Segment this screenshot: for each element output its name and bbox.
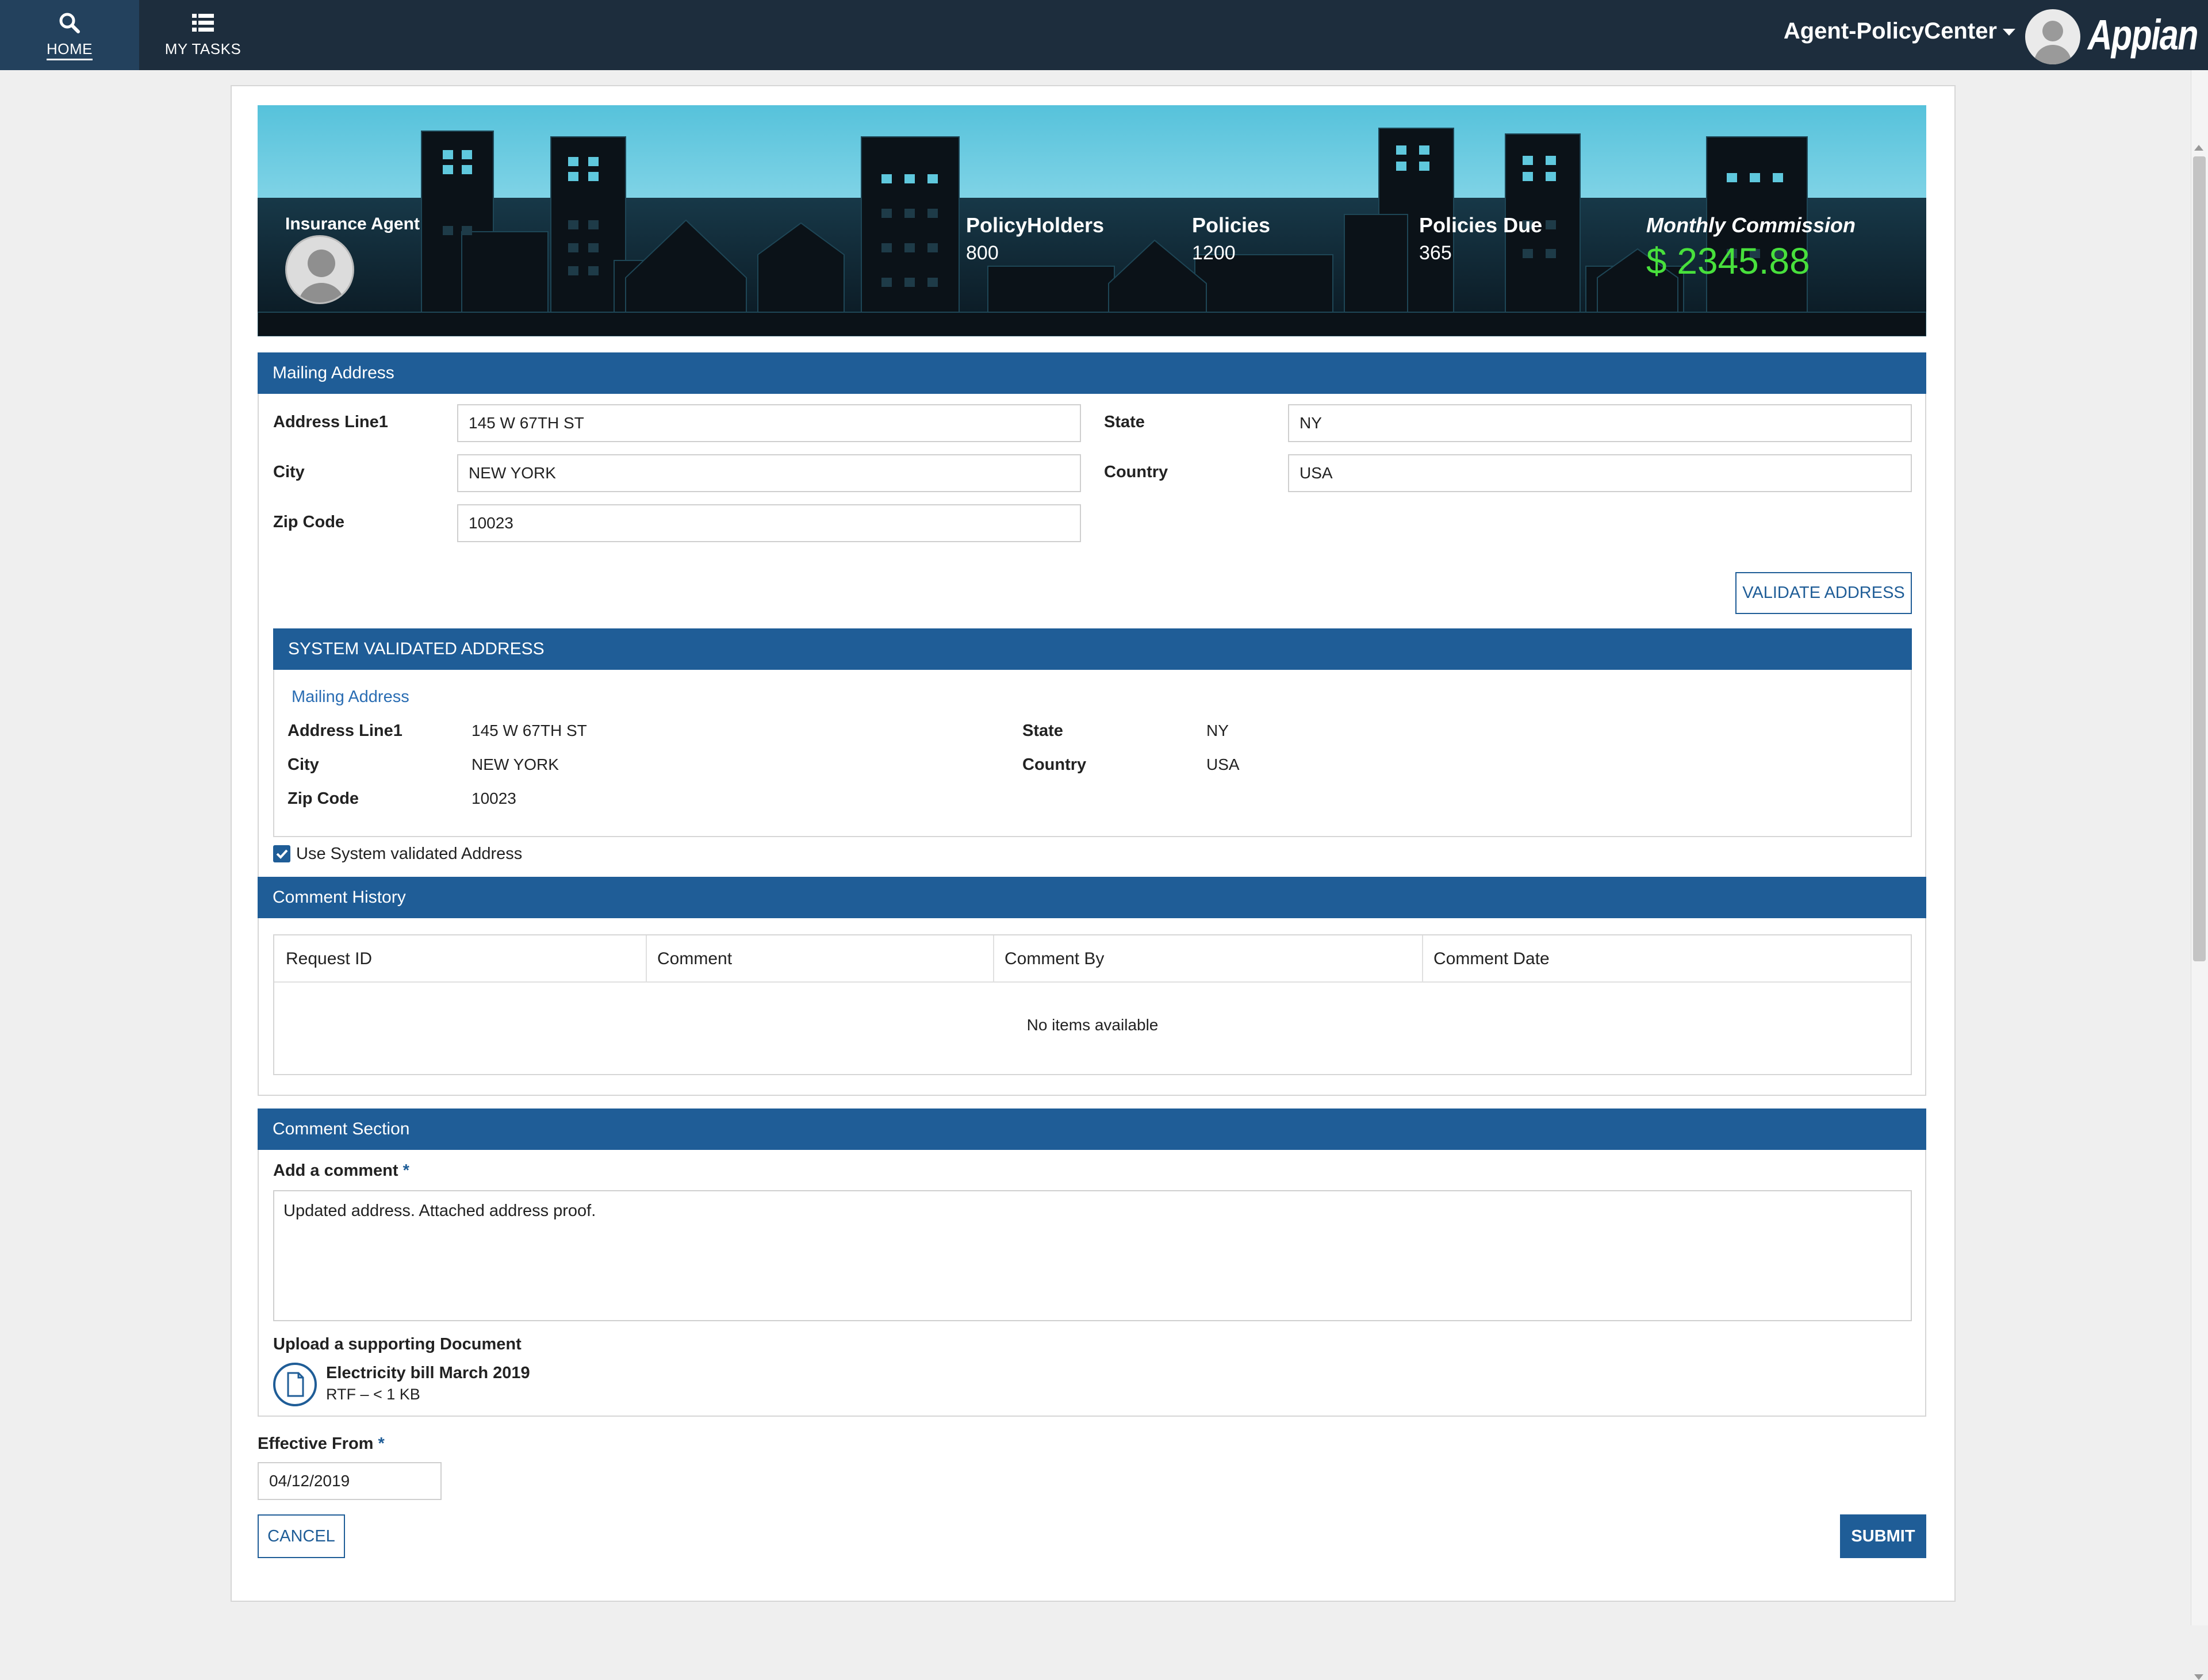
scroll-down-arrow-icon[interactable] [2194, 1674, 2203, 1680]
validated-country-value: USA [1206, 755, 1240, 773]
column-header-comment-by[interactable]: Comment By [1005, 935, 1104, 983]
required-marker: * [378, 1434, 385, 1453]
validated-country-label: Country [1022, 755, 1087, 774]
validated-state-label: State [1022, 722, 1063, 740]
scroll-up-arrow-icon[interactable] [2194, 145, 2203, 151]
zip-code-label: Zip Code [273, 513, 345, 531]
column-header-comment[interactable]: Comment [657, 935, 732, 983]
agent-banner: Insurance Agent PolicyHolders 800 Polici… [258, 105, 1926, 336]
add-comment-label-text: Add a comment [273, 1161, 398, 1180]
policies-stat: Policies 1200 [1192, 213, 1270, 264]
nav-home-tab[interactable]: HOME [0, 0, 139, 70]
validate-address-button[interactable]: VALIDATE ADDRESS [1735, 572, 1912, 614]
validated-address-line1-value: 145 W 67TH ST [471, 722, 587, 739]
uploaded-file-name[interactable]: Electricity bill March 2019 [326, 1364, 530, 1383]
effective-from-date-input[interactable]: 04/12/2019 [258, 1462, 442, 1500]
checkmark-icon [276, 849, 288, 859]
validated-zip-label: Zip Code [288, 789, 359, 808]
policies-due-value: 365 [1419, 242, 1452, 264]
user-avatar[interactable] [2025, 9, 2080, 64]
top-nav-bar: HOME MY TASKS Agent-PolicyCenter Appian [0, 0, 2208, 70]
upload-document-label: Upload a supporting Document [273, 1335, 522, 1353]
use-validated-address-checkbox[interactable] [273, 845, 290, 862]
grid-column-divider [646, 935, 647, 983]
policies-due-stat: Policies Due 365 [1419, 213, 1542, 264]
comment-history-grid: Request ID Comment Comment By Comment Da… [273, 934, 1912, 1075]
column-header-request-id[interactable]: Request ID [286, 935, 372, 983]
effective-from-label-text: Effective From [258, 1434, 374, 1453]
grid-column-divider [1422, 935, 1423, 983]
file-upload-item[interactable] [273, 1363, 317, 1406]
insurance-agent-label: Insurance Agent [285, 214, 420, 233]
search-icon [59, 13, 80, 33]
monthly-commission-value: $ 2345.88 [1646, 240, 1810, 282]
address-line1-input[interactable]: 145 W 67TH ST [457, 404, 1081, 442]
validated-state-value: NY [1206, 722, 1229, 739]
cancel-button[interactable]: CANCEL [258, 1514, 345, 1558]
comment-history-header: Comment History [258, 877, 1926, 918]
nav-my-tasks-tab[interactable]: MY TASKS [139, 0, 267, 70]
column-header-comment-date[interactable]: Comment Date [1433, 935, 1550, 983]
validated-zip-value: 10023 [471, 789, 516, 807]
validated-city-label: City [288, 755, 319, 774]
city-input[interactable]: NEW YORK [457, 454, 1081, 492]
policyholders-stat: PolicyHolders 800 [966, 213, 1104, 264]
page-scrollbar[interactable] [2191, 70, 2208, 1680]
validated-city-value: NEW YORK [471, 755, 559, 773]
effective-from-label: Effective From * [258, 1434, 385, 1453]
user-silhouette-icon [298, 250, 344, 302]
use-validated-address-label[interactable]: Use System validated Address [296, 845, 522, 864]
country-input[interactable]: USA [1288, 454, 1912, 492]
monthly-commission-label: Monthly Commission [1646, 213, 1856, 237]
city-label: City [273, 463, 305, 481]
state-label: State [1104, 413, 1145, 431]
user-silhouette-icon [2034, 21, 2071, 64]
appian-logo: Appian [2087, 11, 2199, 59]
list-icon [192, 14, 214, 32]
app-name: Agent-PolicyCenter [1783, 18, 1997, 44]
address-line1-label: Address Line1 [273, 413, 388, 431]
comment-section-header: Comment Section [258, 1109, 1926, 1150]
nav-my-tasks-label: MY TASKS [164, 40, 241, 57]
mailing-address-header: Mailing Address [258, 352, 1926, 394]
policyholders-label: PolicyHolders [966, 213, 1105, 237]
grid-empty-message: No items available [1026, 1016, 1159, 1034]
app-switcher[interactable]: Agent-PolicyCenter [1784, 18, 2015, 44]
submit-button[interactable]: SUBMIT [1840, 1514, 1926, 1558]
uploaded-file-meta: RTF – < 1 KB [326, 1386, 420, 1403]
state-input[interactable]: NY [1288, 404, 1912, 442]
required-marker: * [402, 1161, 409, 1180]
country-label: Country [1104, 463, 1168, 481]
add-comment-label: Add a comment * [273, 1161, 409, 1180]
zip-code-input[interactable]: 10023 [457, 504, 1081, 542]
policies-value: 1200 [1192, 242, 1236, 264]
validated-mailing-address-link[interactable]: Mailing Address [292, 688, 409, 707]
caret-down-icon [2003, 29, 2015, 36]
validated-address-header: SYSTEM VALIDATED ADDRESS [273, 628, 1912, 670]
comment-textarea[interactable]: Updated address. Attached address proof. [273, 1190, 1912, 1321]
nav-home-label: HOME [47, 40, 93, 60]
policyholders-value: 800 [966, 242, 999, 264]
scrollbar-thumb[interactable] [2193, 156, 2206, 961]
policies-label: Policies [1192, 213, 1271, 237]
grid-column-divider [993, 935, 994, 983]
monthly-commission-stat: Monthly Commission $ 2345.88 [1646, 213, 1856, 282]
document-icon [287, 1372, 304, 1397]
agent-avatar [285, 235, 354, 304]
validated-address-line1-label: Address Line1 [288, 722, 402, 740]
policies-due-label: Policies Due [1419, 213, 1543, 237]
